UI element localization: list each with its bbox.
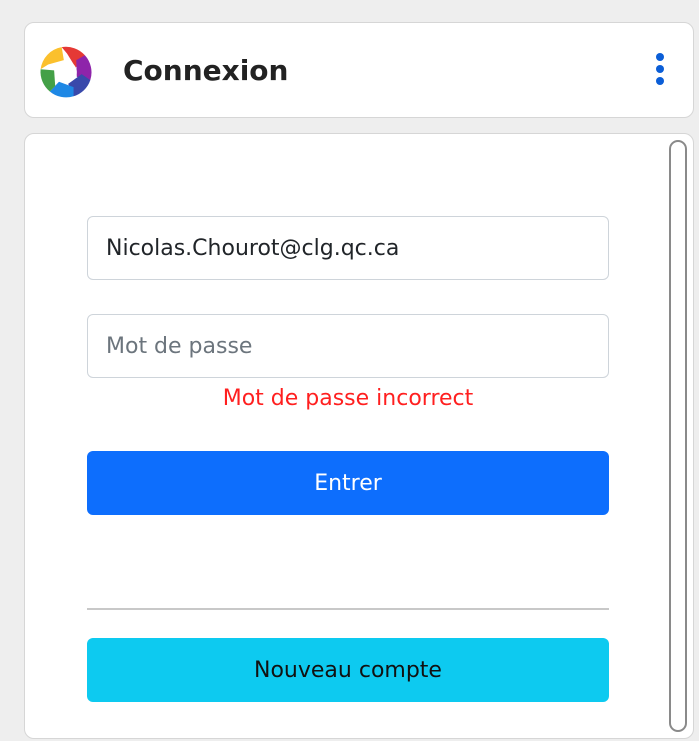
page-title: Connexion xyxy=(123,54,289,87)
login-card: Mot de passe incorrect Entrer Nouveau co… xyxy=(24,133,694,739)
aperture-logo-icon xyxy=(40,46,92,98)
kebab-dot xyxy=(656,53,664,61)
kebab-dot xyxy=(656,77,664,85)
kebab-menu-icon[interactable] xyxy=(653,51,667,91)
email-input[interactable] xyxy=(87,216,609,280)
password-error-message: Mot de passe incorrect xyxy=(222,386,474,411)
divider xyxy=(87,608,609,610)
kebab-dot xyxy=(656,65,664,73)
new-account-button[interactable]: Nouveau compte xyxy=(87,638,609,702)
scrollbar[interactable] xyxy=(669,140,687,732)
password-input[interactable] xyxy=(87,314,609,378)
submit-button[interactable]: Entrer xyxy=(87,451,609,515)
app-header: Connexion xyxy=(24,22,694,118)
